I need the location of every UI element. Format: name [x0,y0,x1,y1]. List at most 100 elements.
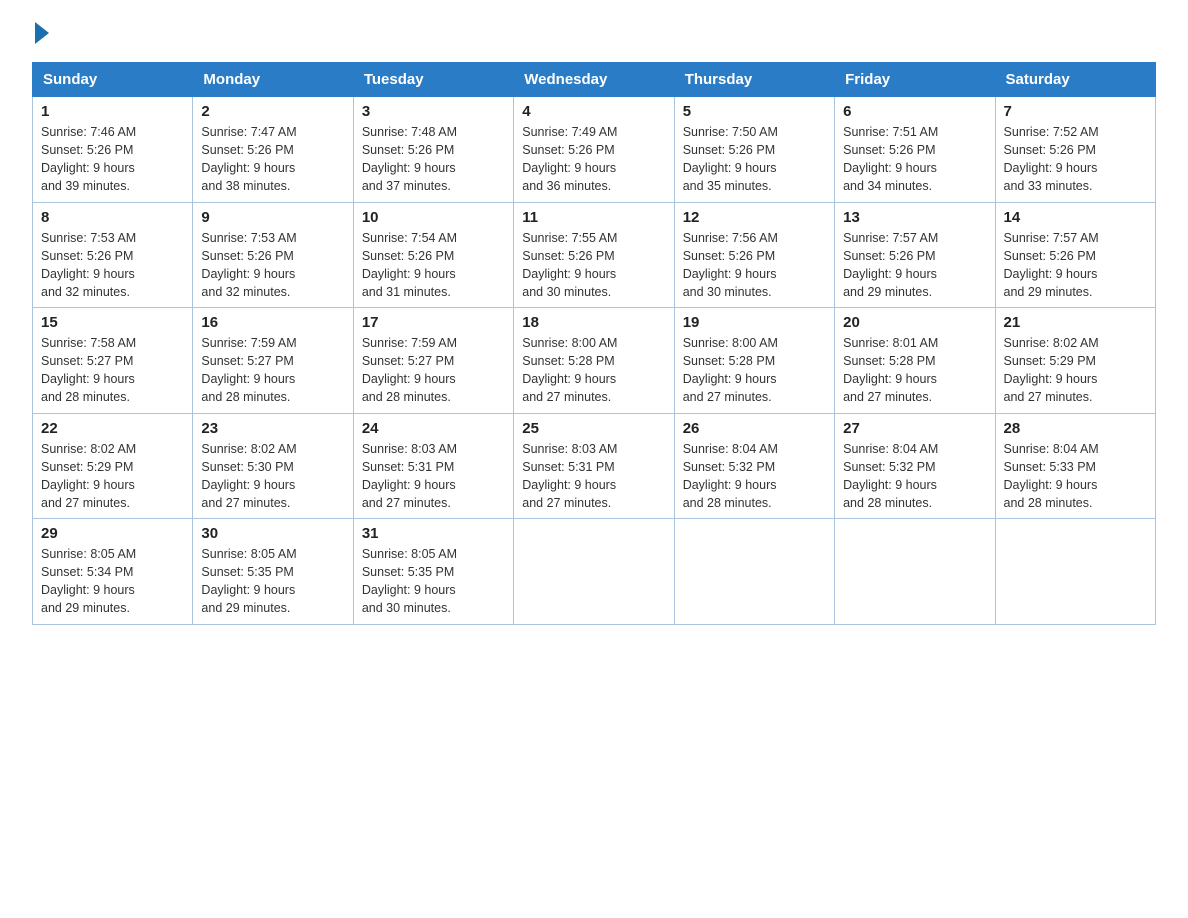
day-cell: 3 Sunrise: 7:48 AMSunset: 5:26 PMDaylight… [353,97,513,203]
day-cell: 17 Sunrise: 7:59 AMSunset: 5:27 PMDayligh… [353,308,513,414]
day-number: 19 [683,314,826,331]
day-number: 3 [362,103,505,120]
day-number: 15 [41,314,184,331]
day-info: Sunrise: 7:53 AMSunset: 5:26 PMDaylight:… [201,229,344,302]
day-info: Sunrise: 7:49 AMSunset: 5:26 PMDaylight:… [522,123,665,196]
day-info: Sunrise: 7:46 AMSunset: 5:26 PMDaylight:… [41,123,184,196]
logo [32,24,49,46]
day-cell: 1 Sunrise: 7:46 AMSunset: 5:26 PMDaylight… [33,97,193,203]
day-info: Sunrise: 7:47 AMSunset: 5:26 PMDaylight:… [201,123,344,196]
day-info: Sunrise: 8:04 AMSunset: 5:32 PMDaylight:… [683,440,826,513]
weekday-header-thursday: Thursday [674,63,834,97]
day-cell: 6Sunrise: 7:51 AMSunset: 5:26 PMDaylight… [835,97,995,203]
week-row-5: 29 Sunrise: 8:05 AMSunset: 5:34 PMDayligh… [33,519,1156,625]
day-cell: 16Sunrise: 7:59 AMSunset: 5:27 PMDayligh… [193,308,353,414]
day-cell: 31Sunrise: 8:05 AMSunset: 5:35 PMDayligh… [353,519,513,625]
day-number: 14 [1004,209,1147,226]
day-number: 27 [843,420,986,437]
weekday-header-sunday: Sunday [33,63,193,97]
week-row-2: 8 Sunrise: 7:53 AMSunset: 5:26 PMDaylight… [33,202,1156,308]
day-number: 25 [522,420,665,437]
day-cell: 23Sunrise: 8:02 AMSunset: 5:30 PMDayligh… [193,413,353,519]
day-number: 13 [843,209,986,226]
day-cell [514,519,674,625]
day-cell: 15 Sunrise: 7:58 AMSunset: 5:27 PMDayligh… [33,308,193,414]
day-info: Sunrise: 7:53 AMSunset: 5:26 PMDaylight:… [41,229,184,302]
weekday-header-saturday: Saturday [995,63,1155,97]
day-info: Sunrise: 8:02 AMSunset: 5:29 PMDaylight:… [1004,334,1147,407]
day-info: Sunrise: 7:57 AMSunset: 5:26 PMDaylight:… [1004,229,1147,302]
day-number: 21 [1004,314,1147,331]
day-number: 23 [201,420,344,437]
day-cell: 7 Sunrise: 7:52 AMSunset: 5:26 PMDaylight… [995,97,1155,203]
day-info: Sunrise: 7:50 AMSunset: 5:26 PMDaylight:… [683,123,826,196]
day-number: 28 [1004,420,1147,437]
day-number: 11 [522,209,665,226]
day-info: Sunrise: 7:52 AMSunset: 5:26 PMDaylight:… [1004,123,1147,196]
day-cell: 19 Sunrise: 8:00 AMSunset: 5:28 PMDayligh… [674,308,834,414]
day-number: 4 [522,103,665,120]
day-cell: 29 Sunrise: 8:05 AMSunset: 5:34 PMDayligh… [33,519,193,625]
day-info: Sunrise: 8:03 AMSunset: 5:31 PMDaylight:… [522,440,665,513]
day-info: Sunrise: 8:02 AMSunset: 5:29 PMDaylight:… [41,440,184,513]
day-info: Sunrise: 8:01 AMSunset: 5:28 PMDaylight:… [843,334,986,407]
day-cell: 28 Sunrise: 8:04 AMSunset: 5:33 PMDayligh… [995,413,1155,519]
day-cell: 25 Sunrise: 8:03 AMSunset: 5:31 PMDayligh… [514,413,674,519]
day-cell: 21 Sunrise: 8:02 AMSunset: 5:29 PMDayligh… [995,308,1155,414]
day-number: 16 [201,314,344,331]
day-cell: 2 Sunrise: 7:47 AMSunset: 5:26 PMDaylight… [193,97,353,203]
day-info: Sunrise: 8:05 AMSunset: 5:34 PMDaylight:… [41,545,184,618]
day-cell [674,519,834,625]
day-number: 20 [843,314,986,331]
day-number: 26 [683,420,826,437]
day-number: 5 [683,103,826,120]
day-info: Sunrise: 8:04 AMSunset: 5:32 PMDaylight:… [843,440,986,513]
day-cell: 11 Sunrise: 7:55 AMSunset: 5:26 PMDayligh… [514,202,674,308]
weekday-header-monday: Monday [193,63,353,97]
day-cell: 24Sunrise: 8:03 AMSunset: 5:31 PMDayligh… [353,413,513,519]
day-number: 10 [362,209,505,226]
logo-arrow-icon [35,22,49,44]
day-cell: 14 Sunrise: 7:57 AMSunset: 5:26 PMDayligh… [995,202,1155,308]
day-cell: 9 Sunrise: 7:53 AMSunset: 5:26 PMDaylight… [193,202,353,308]
day-info: Sunrise: 8:04 AMSunset: 5:33 PMDaylight:… [1004,440,1147,513]
day-number: 17 [362,314,505,331]
day-cell: 13Sunrise: 7:57 AMSunset: 5:26 PMDayligh… [835,202,995,308]
day-info: Sunrise: 8:00 AMSunset: 5:28 PMDaylight:… [522,334,665,407]
day-number: 31 [362,525,505,542]
day-info: Sunrise: 8:00 AMSunset: 5:28 PMDaylight:… [683,334,826,407]
day-info: Sunrise: 7:59 AMSunset: 5:27 PMDaylight:… [362,334,505,407]
day-info: Sunrise: 7:54 AMSunset: 5:26 PMDaylight:… [362,229,505,302]
day-info: Sunrise: 7:56 AMSunset: 5:26 PMDaylight:… [683,229,826,302]
week-row-4: 22Sunrise: 8:02 AMSunset: 5:29 PMDayligh… [33,413,1156,519]
day-cell [835,519,995,625]
day-number: 9 [201,209,344,226]
day-cell: 4 Sunrise: 7:49 AMSunset: 5:26 PMDaylight… [514,97,674,203]
day-info: Sunrise: 7:58 AMSunset: 5:27 PMDaylight:… [41,334,184,407]
day-info: Sunrise: 8:05 AMSunset: 5:35 PMDaylight:… [201,545,344,618]
day-info: Sunrise: 7:55 AMSunset: 5:26 PMDaylight:… [522,229,665,302]
day-number: 18 [522,314,665,331]
day-number: 29 [41,525,184,542]
day-number: 2 [201,103,344,120]
day-number: 8 [41,209,184,226]
weekday-header-tuesday: Tuesday [353,63,513,97]
day-cell: 12 Sunrise: 7:56 AMSunset: 5:26 PMDayligh… [674,202,834,308]
page-header [32,24,1156,46]
day-cell: 22Sunrise: 8:02 AMSunset: 5:29 PMDayligh… [33,413,193,519]
day-number: 1 [41,103,184,120]
day-cell: 18 Sunrise: 8:00 AMSunset: 5:28 PMDayligh… [514,308,674,414]
week-row-1: 1 Sunrise: 7:46 AMSunset: 5:26 PMDaylight… [33,97,1156,203]
day-number: 7 [1004,103,1147,120]
day-info: Sunrise: 7:48 AMSunset: 5:26 PMDaylight:… [362,123,505,196]
day-cell: 8 Sunrise: 7:53 AMSunset: 5:26 PMDaylight… [33,202,193,308]
day-number: 30 [201,525,344,542]
calendar-table: SundayMondayTuesdayWednesdayThursdayFrid… [32,62,1156,625]
day-number: 12 [683,209,826,226]
day-cell: 20 Sunrise: 8:01 AMSunset: 5:28 PMDayligh… [835,308,995,414]
day-cell: 27 Sunrise: 8:04 AMSunset: 5:32 PMDayligh… [835,413,995,519]
week-row-3: 15 Sunrise: 7:58 AMSunset: 5:27 PMDayligh… [33,308,1156,414]
day-cell: 10 Sunrise: 7:54 AMSunset: 5:26 PMDayligh… [353,202,513,308]
day-info: Sunrise: 8:03 AMSunset: 5:31 PMDaylight:… [362,440,505,513]
day-number: 6 [843,103,986,120]
